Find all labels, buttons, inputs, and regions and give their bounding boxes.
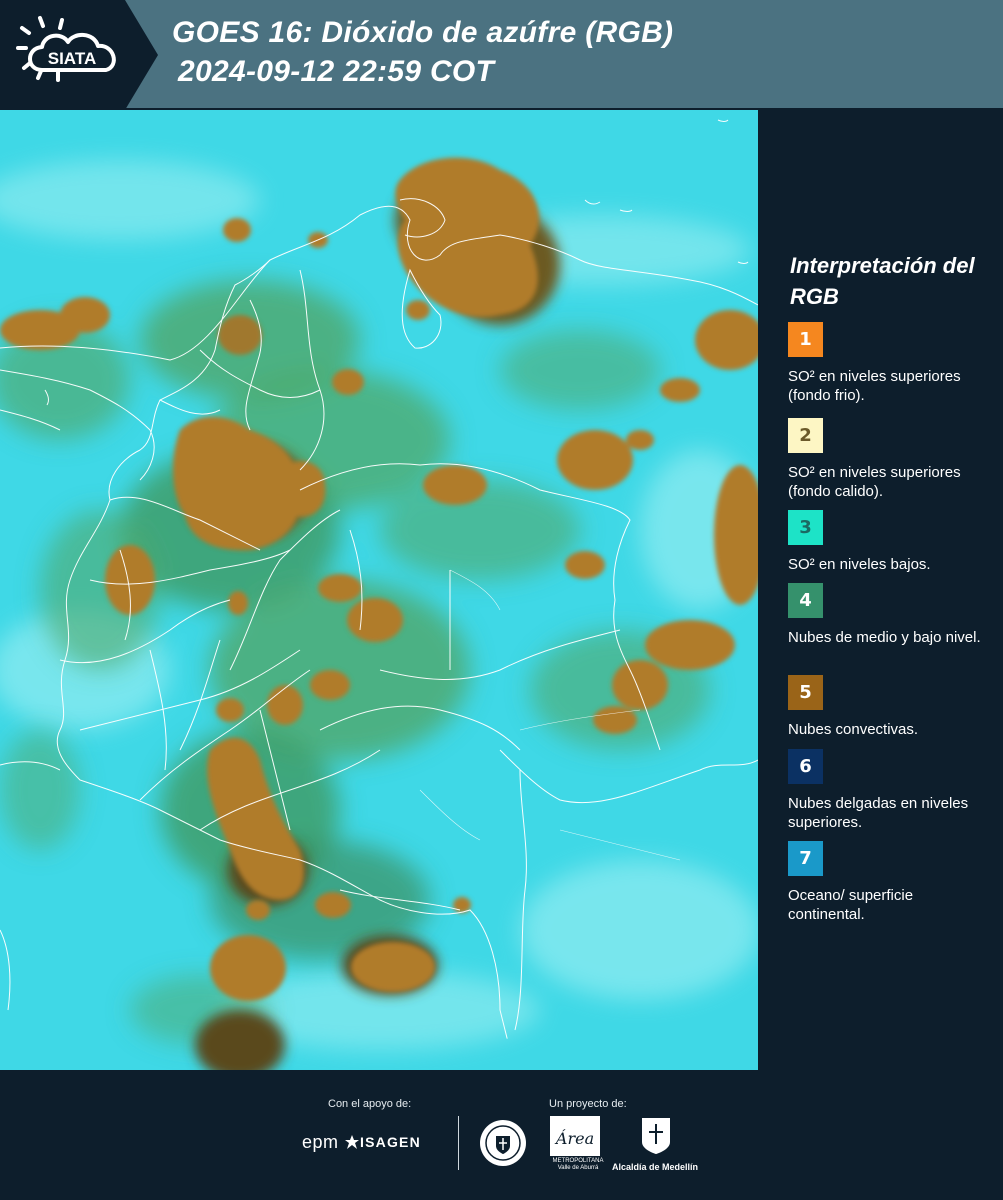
svg-text:Área: Área <box>554 1128 594 1148</box>
legend-title: Interpretación del RGB <box>790 253 975 309</box>
header-bar: SIATA GOES 16: Dióxido de azúfre (RGB) 2… <box>0 0 1003 110</box>
footer: Con el apoyo de: Un proyecto de: epm ISA… <box>0 1070 1003 1200</box>
map-timestamp: 2024-09-12 22:59 COT <box>178 55 495 88</box>
legend-label-7: Oceano/ superficie continental. <box>788 887 914 923</box>
legend-swatch-5: 5 <box>788 675 823 710</box>
svg-text:SIATA: SIATA <box>48 49 96 68</box>
isagen-mark-icon <box>345 1135 359 1149</box>
alcaldia-name: Alcaldía de Medellín <box>612 1162 699 1172</box>
satellite-map <box>0 110 758 1070</box>
legend-swatch-3: 3 <box>788 510 823 545</box>
legend-item-6: 6 Nubes delgadas en niveles superiores. <box>788 749 988 832</box>
legend-item-1: 1 SO² en niveles superiores (fondo frio)… <box>788 322 988 405</box>
legend-label-5: Nubes convectivas. <box>788 721 919 738</box>
area-metropolitana-caption: METROPOLITANA Valle de Aburrá <box>552 1158 604 1171</box>
legend-swatch-6: 6 <box>788 749 823 784</box>
project-caption: Un proyecto de: <box>549 1098 627 1110</box>
footer-divider <box>458 1116 459 1170</box>
legend-item-5: 5 Nubes convectivas. <box>788 675 988 739</box>
map-title: GOES 16: Dióxido de azúfre (RGB) <box>172 16 674 49</box>
legend-swatch-1: 1 <box>788 322 823 357</box>
medellin-seal-icon <box>480 1120 526 1166</box>
legend-swatch-4: 4 <box>788 583 823 618</box>
legend-item-2: 2 SO² en niveles superiores (fondo calid… <box>788 418 988 501</box>
epm-logo: epm <box>302 1132 339 1152</box>
legend-swatch-2: 2 <box>788 418 823 453</box>
legend-label-4: Nubes de medio y bajo nivel. <box>788 629 981 646</box>
legend-swatch-7: 7 <box>788 841 823 876</box>
legend-item-4: 4 Nubes de medio y bajo nivel. <box>788 583 988 647</box>
legend-label-2: SO² en niveles superiores (fondo calido)… <box>788 464 961 500</box>
legend-label-6: Nubes delgadas en niveles superiores. <box>788 795 969 831</box>
legend-item-3: 3 SO² en niveles bajos. <box>788 510 988 574</box>
siata-logo-icon: SIATA <box>16 16 116 82</box>
support-caption: Con el apoyo de: <box>328 1098 412 1110</box>
alcaldia-shield-icon <box>642 1118 670 1154</box>
satellite-image <box>0 110 758 1070</box>
legend-item-7: 7 Oceano/ superficie continental. <box>788 841 988 924</box>
legend-label-3: SO² en niveles bajos. <box>788 556 931 573</box>
legend-panel: Interpretación del RGB 1 SO² en niveles … <box>758 110 1003 1070</box>
legend-label-1: SO² en niveles superiores (fondo frio). <box>788 368 961 404</box>
isagen-logo: ISAGEN <box>360 1134 421 1150</box>
